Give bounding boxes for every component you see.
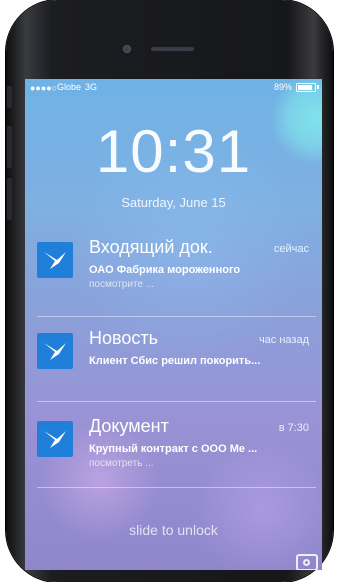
carrier-name: Globe xyxy=(57,82,82,92)
volume-down-button xyxy=(7,178,12,220)
battery-icon xyxy=(296,83,316,92)
divider xyxy=(37,487,316,488)
slide-to-unlock[interactable]: slide to unlock xyxy=(25,522,322,538)
mute-switch xyxy=(7,86,12,108)
notification-body: Клиент Сбис решил покорить... xyxy=(89,355,261,367)
notification-item[interactable]: Входящий док. сейчас ОАО Фабрика морожен… xyxy=(37,234,314,304)
sbis-logo-icon xyxy=(37,333,73,369)
battery-percent: 89% xyxy=(273,82,292,92)
notification-more: посмотрите ... xyxy=(89,279,155,290)
lock-time: 10:31 xyxy=(95,118,252,185)
camera-icon[interactable] xyxy=(296,554,318,570)
earpiece-speaker xyxy=(151,47,194,51)
notification-item[interactable]: Документ в 7:30 Крупный контракт с ООО М… xyxy=(37,413,314,483)
notification-title: Входящий док. xyxy=(89,237,213,257)
lock-date: Saturday, June 15 xyxy=(121,195,226,210)
notification-title: Новость xyxy=(89,328,159,348)
status-bar: ●●●●○ Globe 3G 89% xyxy=(25,79,322,95)
notification-item[interactable]: Новость час назад Клиент Сбис решил поко… xyxy=(37,325,314,395)
notification-time: в 7:30 xyxy=(278,422,309,434)
volume-up-button xyxy=(7,126,12,168)
divider xyxy=(37,316,316,317)
lock-screen: ●●●●○ Globe 3G 89% 10:31 Saturday, June … xyxy=(25,79,322,570)
sbis-logo-icon xyxy=(37,421,73,457)
network-type: 3G xyxy=(85,82,98,92)
divider xyxy=(37,401,316,402)
front-camera xyxy=(124,46,130,52)
notification-body: Крупный контракт с ООО Ме ... xyxy=(89,443,258,455)
notification-time: сейчас xyxy=(273,243,309,255)
signal-strength-icon: ●●●●○ xyxy=(30,83,58,93)
notification-title: Документ xyxy=(89,416,169,436)
notification-body: ОАО Фабрика мороженного xyxy=(89,264,241,276)
battery-tip xyxy=(317,85,319,89)
sbis-logo-icon xyxy=(37,242,73,278)
notification-time: час назад xyxy=(258,334,309,346)
notification-more: посмотреть ... xyxy=(89,458,154,469)
